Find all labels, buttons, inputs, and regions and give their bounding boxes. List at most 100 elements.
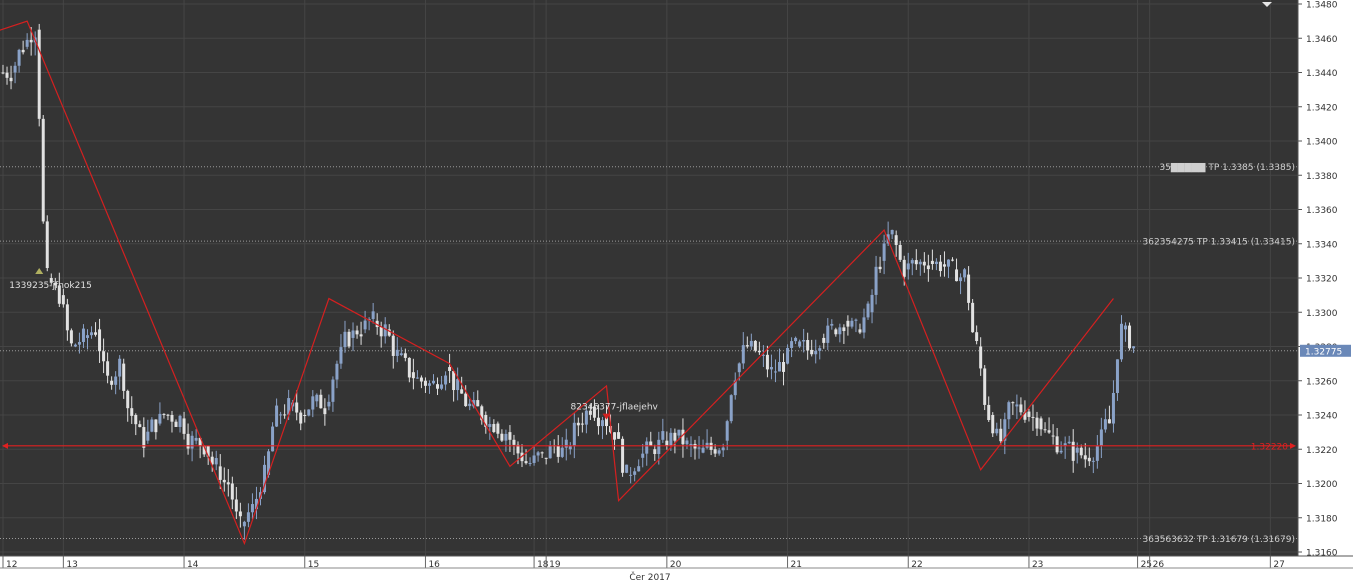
candle-body (335, 363, 339, 380)
candle-body (371, 311, 375, 319)
candle-body (890, 229, 894, 235)
candle-body (810, 349, 814, 355)
candle-body (524, 461, 528, 464)
tp-line-label: 362354275 TP 1.33415 (1.33415) (1143, 238, 1296, 248)
candle-body (1055, 436, 1059, 453)
candle-body (798, 341, 802, 347)
candle-body (1015, 404, 1019, 407)
candle-body (934, 261, 938, 264)
candle-body (427, 383, 431, 386)
candle-body (999, 428, 1003, 442)
candle-body (271, 426, 275, 452)
candle-body (657, 439, 661, 454)
candle-body (1083, 455, 1087, 460)
candle-body (830, 323, 834, 326)
candle-body (419, 377, 423, 382)
candle-body (874, 266, 878, 295)
price-chart[interactable]: 1.3480 1.3460 1.3440 1.3420 1.3400 1.3380 1.33… (0, 0, 1353, 583)
candle-body (600, 420, 604, 427)
candle-body (1099, 429, 1103, 446)
candle-body (914, 260, 918, 265)
candle-body (613, 432, 617, 440)
candle-body (126, 390, 130, 409)
candle-body (214, 458, 218, 465)
candle-body (130, 408, 134, 416)
order-annotation: 1339235-jfnok215 (9, 281, 92, 291)
candle-body (572, 422, 576, 447)
candle-body (536, 452, 540, 456)
candle-body (745, 345, 749, 347)
candle-body (665, 440, 669, 446)
candle-body (1027, 411, 1031, 417)
candle-body (9, 77, 13, 82)
y-tick-label: 1.3340 (1306, 240, 1338, 250)
candle-body (1019, 404, 1023, 413)
candle-body (568, 446, 572, 450)
candle-body (299, 412, 303, 424)
candle-body (926, 265, 930, 270)
y-tick-label: 1.3320 (1306, 275, 1338, 285)
y-tick-label: 1.3360 (1306, 206, 1338, 216)
candle-body (170, 415, 174, 422)
y-tick-label: 1.3440 (1306, 69, 1338, 79)
candle-body (1035, 417, 1039, 429)
candle-body (339, 347, 343, 364)
candle-body (576, 422, 580, 426)
candle-body (979, 346, 983, 369)
candle-body (77, 341, 81, 345)
y-tick-label: 1.3240 (1306, 412, 1338, 422)
candle-body (114, 376, 118, 385)
y-tick-label: 1.3460 (1306, 35, 1338, 45)
candle-body (838, 327, 842, 335)
candle-body (440, 384, 444, 389)
candle-body (311, 396, 315, 410)
candle-body (17, 49, 21, 66)
candle-body (222, 479, 226, 483)
candle-body (150, 419, 154, 432)
candle-body (548, 445, 552, 459)
candle-body (403, 353, 407, 358)
candle-body (983, 368, 987, 405)
candle-body (717, 450, 721, 454)
candle-body (532, 455, 536, 463)
candle-body (355, 330, 359, 335)
candle-body (1132, 346, 1136, 349)
candle-body (918, 261, 922, 265)
candle-body (90, 332, 94, 336)
y-tick-label: 1.3220 (1306, 446, 1338, 456)
candle-body (765, 354, 769, 370)
candle-body (1051, 435, 1055, 437)
candle-body (951, 259, 955, 261)
candle-body (448, 367, 452, 371)
candle-body (444, 375, 448, 385)
candle-body (110, 380, 114, 385)
candle-body (713, 449, 717, 454)
order-annotation: 82345377-jflaejehv (571, 403, 659, 413)
candle-body (729, 395, 733, 422)
candle-body (226, 482, 230, 485)
candle-body (303, 415, 307, 416)
candle-body (629, 474, 633, 476)
candle-body (786, 347, 790, 364)
candle-body (94, 332, 98, 335)
candle-body (399, 353, 403, 356)
candle-body (625, 464, 629, 473)
candle-body (669, 432, 673, 446)
candle-body (468, 403, 472, 407)
candle-body (818, 348, 822, 351)
candle-body (580, 423, 584, 425)
chart-svg[interactable]: 1.3480 1.3460 1.3440 1.3420 1.3400 1.3380 1.33… (0, 0, 1353, 583)
candle-body (1047, 430, 1051, 433)
candle-body (1079, 447, 1083, 456)
x-axis-month-label: Čer 2017 (629, 571, 670, 582)
candle-body (617, 432, 621, 439)
candle-body (102, 351, 106, 362)
candle-body (725, 421, 729, 441)
candle-body (826, 325, 830, 343)
candle-body (959, 277, 963, 282)
candle-body (778, 362, 782, 372)
candle-body (806, 340, 810, 351)
candle-body (295, 402, 299, 413)
candle-body (1103, 419, 1107, 430)
candle-body (230, 483, 234, 500)
